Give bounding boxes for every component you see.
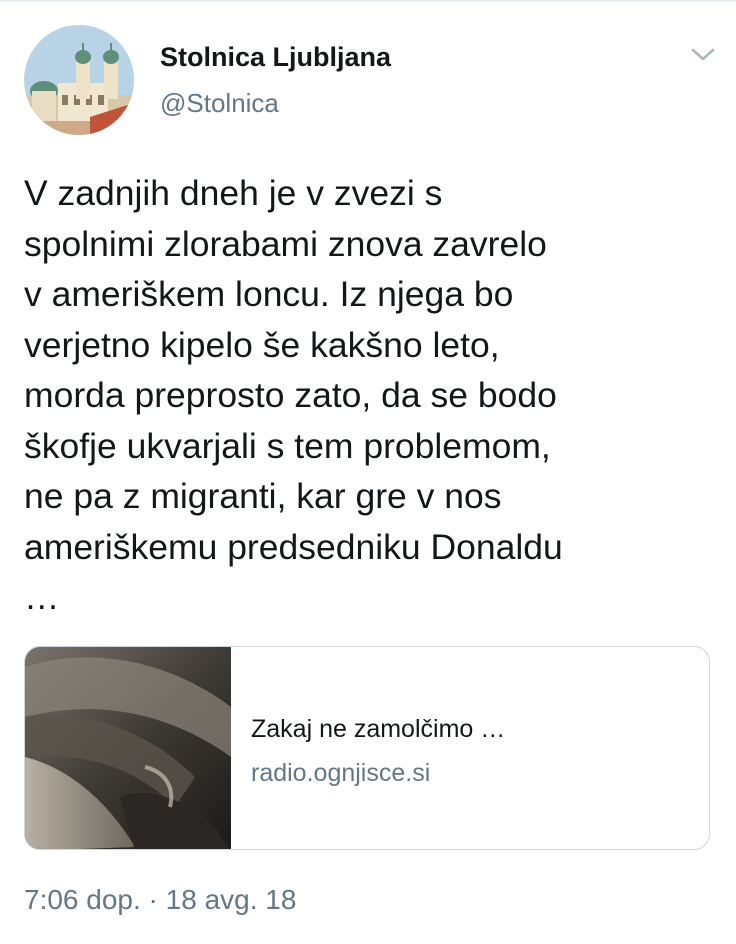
link-preview-card[interactable]: Zakaj ne zamolčimo … radio.ognjisce.si [24,646,710,850]
link-preview-image [25,647,231,849]
cathedral-avatar-image [24,25,134,135]
link-preview-title: Zakaj ne zamolčimo … [251,715,506,743]
chevron-down-icon[interactable] [690,44,716,64]
link-preview-domain: radio.ognjisce.si [251,759,431,787]
tweet-timestamp: 7:06 dop. · 18 avg. 18 [24,884,296,916]
tweet-time[interactable]: 7:06 dop. [24,884,141,915]
meta-separator: · [140,884,166,915]
avatar[interactable] [24,25,134,135]
tweet-text: V zadnjih dneh je v zvezi s spolnimi zlo… [24,173,563,617]
top-divider [0,0,736,2]
author-name[interactable]: Stolnica Ljubljana [160,42,391,73]
tweet-date[interactable]: 18 avg. 18 [166,884,297,915]
author-handle[interactable]: @Stolnica [160,88,279,119]
